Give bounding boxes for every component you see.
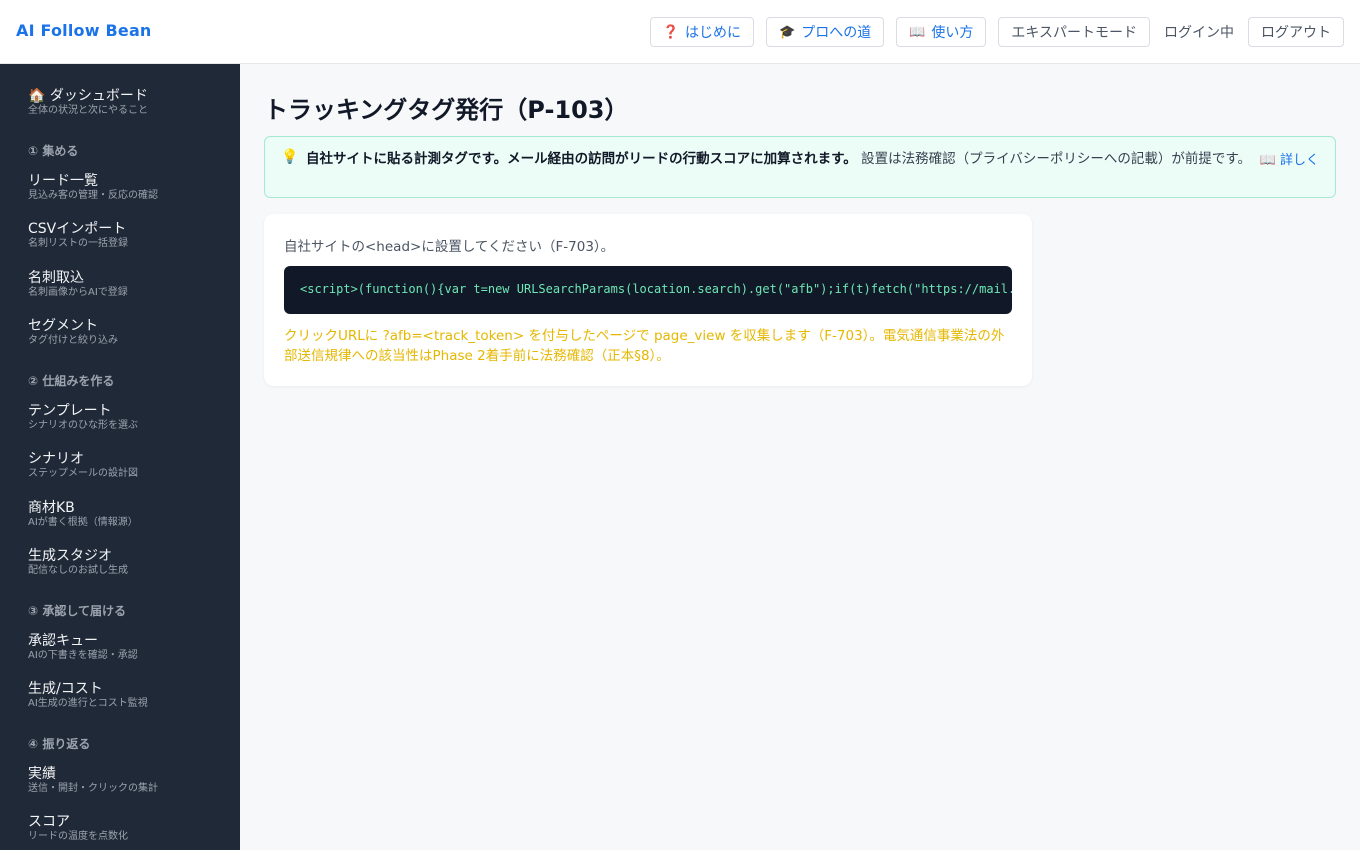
logout-button[interactable]: ログアウト bbox=[1248, 17, 1344, 47]
getting-started-button[interactable]: ❓ はじめに bbox=[649, 17, 755, 47]
sidebar-item-dashboard[interactable]: 🏠 ダッシュボード 全体の状況と次にやること bbox=[28, 88, 148, 118]
sidebar-item-label: 生成スタジオ bbox=[28, 548, 112, 564]
notice-details-link[interactable]: 📖 詳しく bbox=[1260, 149, 1319, 168]
sidebar-item-csv-import[interactable]: CSVインポート 名刺リストの一括登録 bbox=[28, 221, 128, 251]
expert-mode-button[interactable]: エキスパートモード bbox=[998, 17, 1150, 47]
sidebar-item-approval-queue[interactable]: 承認キュー AIの下書きを確認・承認 bbox=[28, 633, 138, 663]
sidebar-item-sub: タグ付けと絞り込み bbox=[28, 335, 118, 346]
sidebar-item-segments[interactable]: セグメント タグ付けと絞り込み bbox=[28, 318, 118, 348]
sidebar-item-label: 承認キュー bbox=[28, 633, 98, 649]
sidebar-item-card-scan[interactable]: 名刺取込 名刺画像からAIで登録 bbox=[28, 270, 128, 300]
sidebar-item-sub: リードの温度を点数化 bbox=[28, 831, 128, 842]
sidebar-item-sub: 名刺画像からAIで登録 bbox=[28, 287, 128, 298]
sidebar-item-results[interactable]: 実績 送信・開封・クリックの集計 bbox=[28, 766, 158, 796]
path-to-pro-button[interactable]: 🎓 プロへの道 bbox=[766, 17, 885, 47]
section-build: ② 仕組みを作る bbox=[28, 374, 115, 388]
info-notice: 💡 自社サイトに貼る計測タグです。メール経由の訪問がリードの行動スコアに加算され… bbox=[264, 136, 1336, 198]
path-to-pro-label: プロへの道 bbox=[801, 25, 872, 41]
legal-warning: クリックURLに ?afb=<track_token> を付与したページで pa… bbox=[284, 328, 1005, 364]
install-instruction: 自社サイトの<head>に設置してください（F-703）。 bbox=[284, 239, 615, 255]
sidebar-item-label: リード一覧 bbox=[28, 173, 98, 189]
section-approve: ③ 承認して届ける bbox=[28, 604, 126, 618]
main-content: トラッキングタグ発行（P-103） 💡 自社サイトに貼る計測タグです。メール経由… bbox=[240, 64, 1360, 850]
book-icon: 📖 bbox=[1259, 153, 1276, 168]
login-status: ログイン中 bbox=[1164, 25, 1234, 41]
how-to-use-button[interactable]: 📖 使い方 bbox=[896, 17, 987, 47]
how-to-use-label: 使い方 bbox=[931, 25, 974, 41]
sidebar-item-label: 実績 bbox=[28, 766, 56, 782]
getting-started-label: はじめに bbox=[685, 25, 742, 41]
graduation-cap-icon: 🎓 bbox=[779, 24, 796, 40]
notice-bold-text: 自社サイトに貼る計測タグです。メール経由の訪問がリードの行動スコアに加算されます… bbox=[306, 151, 857, 167]
sidebar-item-label: シナリオ bbox=[28, 451, 84, 467]
page-title: トラッキングタグ発行（P-103） bbox=[264, 96, 629, 124]
dashboard-label-text: ダッシュボード bbox=[49, 88, 148, 104]
sidebar-item-sub: 名刺リストの一括登録 bbox=[28, 238, 128, 249]
tracking-code-snippet[interactable]: <script>(function(){var t=new URLSearchP… bbox=[300, 282, 1012, 296]
sidebar-item-label: 商材KB bbox=[28, 500, 75, 516]
sidebar-item-label: スコア bbox=[28, 814, 70, 830]
sidebar-item-generation-studio[interactable]: 生成スタジオ 配信なしのお試し生成 bbox=[28, 548, 128, 578]
notice-text: 自社サイトに貼る計測タグです。メール経由の訪問がリードの行動スコアに加算されます… bbox=[306, 149, 1256, 169]
sidebar-item-score[interactable]: スコア リードの温度を点数化 bbox=[28, 814, 128, 844]
sidebar-item-label: 生成/コスト bbox=[28, 681, 103, 697]
sidebar-item-scenarios[interactable]: シナリオ ステップメールの設計図 bbox=[28, 451, 138, 481]
sidebar-item-product-kb[interactable]: 商材KB AIが書く根拠（情報源） bbox=[28, 500, 138, 530]
sidebar-item-sub: 送信・開封・クリックの集計 bbox=[28, 783, 158, 794]
sidebar-item-generation-cost[interactable]: 生成/コスト AI生成の進行とコスト監視 bbox=[28, 681, 148, 711]
notice-rest-text: 設置は法務確認（プライバシーポリシーへの記載）が前提です。 bbox=[856, 151, 1251, 167]
notice-details-label: 詳しく bbox=[1279, 153, 1319, 168]
sidebar-item-sub: AIの下書きを確認・承認 bbox=[28, 650, 138, 661]
sidebar-item-label: CSVインポート bbox=[28, 221, 127, 237]
section-collect: ① 集める bbox=[28, 144, 79, 158]
header-actions: ❓ はじめに 🎓 プロへの道 📖 使い方 エキスパートモード ログイン中 ログア… bbox=[649, 17, 1344, 47]
book-icon: 📖 bbox=[909, 24, 926, 40]
sidebar-item-sub: シナリオのひな形を選ぶ bbox=[28, 420, 138, 431]
sidebar-item-label: セグメント bbox=[28, 318, 98, 334]
section-review: ④ 振り返る bbox=[28, 737, 91, 751]
sidebar-item-label: 名刺取込 bbox=[28, 270, 84, 286]
sidebar-item-sub: 見込み客の管理・反応の確認 bbox=[28, 190, 158, 201]
brand-logo[interactable]: AI Follow Bean bbox=[16, 21, 152, 40]
sidebar-item-sub: AI生成の進行とコスト監視 bbox=[28, 698, 148, 709]
sidebar-item-sub: AIが書く根拠（情報源） bbox=[28, 517, 138, 528]
sidebar-item-leads[interactable]: リード一覧 見込み客の管理・反応の確認 bbox=[28, 173, 158, 203]
tracking-tag-card: 自社サイトの<head>に設置してください（F-703）。 <script>(f… bbox=[264, 214, 1032, 386]
lightbulb-icon: 💡 bbox=[281, 149, 299, 165]
home-icon: 🏠 bbox=[28, 88, 46, 104]
sidebar: 🏠 ダッシュボード 全体の状況と次にやること ① 集める リード一覧 見込み客の… bbox=[0, 64, 240, 850]
sidebar-item-templates[interactable]: テンプレート シナリオのひな形を選ぶ bbox=[28, 403, 138, 433]
sidebar-item-sub: ステップメールの設計図 bbox=[28, 468, 138, 479]
sidebar-item-label: テンプレート bbox=[28, 403, 112, 419]
sidebar-item-sub: 配信なしのお試し生成 bbox=[28, 565, 128, 576]
question-icon: ❓ bbox=[662, 24, 680, 40]
tracking-code-box[interactable]: <script>(function(){var t=new URLSearchP… bbox=[284, 266, 1012, 314]
top-header: AI Follow Bean ❓ はじめに 🎓 プロへの道 📖 使い方 エキスパ… bbox=[0, 0, 1360, 64]
sidebar-item-dashboard-label: 🏠 ダッシュボード bbox=[28, 88, 148, 104]
sidebar-item-dashboard-sub: 全体の状況と次にやること bbox=[28, 105, 148, 116]
